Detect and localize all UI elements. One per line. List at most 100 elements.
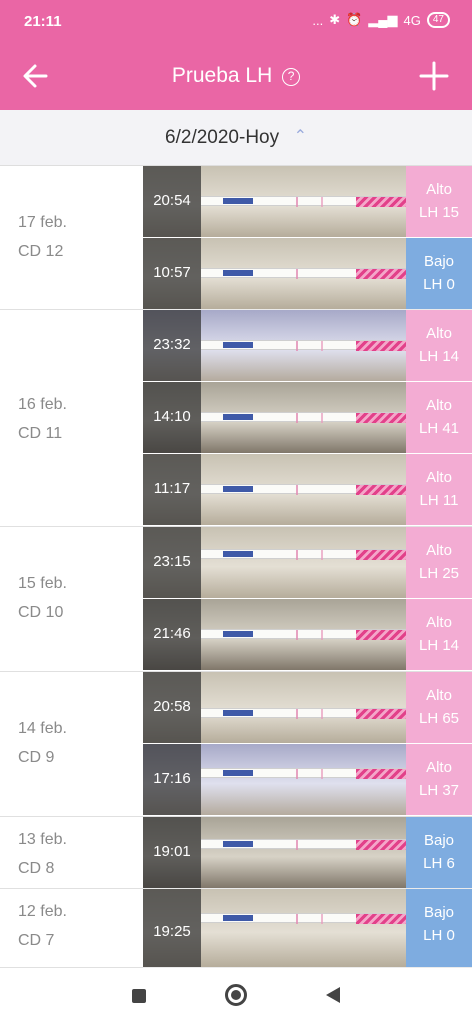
result-level: Alto: [426, 181, 452, 198]
result-badge: Alto LH 41: [406, 382, 472, 453]
result-level: Alto: [426, 759, 452, 776]
test-list: 17 feb. CD 12 20:54 Alto LH 15 10:57 Bajo…: [0, 166, 472, 968]
time-overlay: 11:17: [143, 454, 201, 525]
time-overlay: 19:25: [143, 889, 201, 967]
network-type: 4G: [403, 12, 421, 28]
time-overlay: 23:32: [143, 310, 201, 381]
recent-apps-icon[interactable]: [132, 989, 146, 1003]
result-level: Alto: [426, 325, 452, 342]
day-group: 17 feb. CD 12 20:54 Alto LH 15 10:57 Bajo…: [0, 166, 472, 310]
test-time: 14:10: [153, 408, 191, 425]
result-badge: Alto LH 11: [406, 454, 472, 525]
day-date: 17 feb.: [18, 214, 67, 231]
test-time: 19:25: [153, 923, 191, 940]
day-group: 14 feb. CD 9 20:58 Alto LH 65 17:16 Alto L…: [0, 672, 472, 817]
chevron-up-icon: ⌃: [293, 128, 307, 145]
day-group: 13 feb. CD 8 19:01 Bajo LH 6: [0, 817, 472, 889]
test-strip: [201, 268, 406, 279]
bluetooth-icon: ✱: [329, 12, 341, 27]
result-level: Alto: [426, 687, 452, 704]
test-entry[interactable]: 10:57 Bajo LH 0: [143, 238, 472, 310]
page-title: Prueba LH ?: [0, 64, 472, 88]
day-label: 17 feb. CD 12: [18, 208, 67, 266]
test-entry[interactable]: 20:58 Alto LH 65: [143, 672, 472, 744]
result-badge: Alto LH 65: [406, 672, 472, 743]
time-overlay: 19:01: [143, 817, 201, 888]
test-time: 17:16: [153, 770, 191, 787]
day-date: 14 feb.: [18, 720, 67, 737]
test-time: 23:32: [153, 336, 191, 353]
time-overlay: 20:54: [143, 166, 201, 237]
lh-value: LH 14: [418, 637, 460, 654]
test-entry[interactable]: 20:54 Alto LH 15: [143, 166, 472, 238]
day-group: 12 feb. CD 7 19:25 Bajo LH 0: [0, 889, 472, 968]
test-time: 19:01: [153, 843, 191, 860]
test-entry[interactable]: 21:46 Alto LH 14: [143, 599, 472, 671]
test-entry[interactable]: 19:25 Bajo LH 0: [143, 889, 472, 968]
result-badge: Alto LH 14: [406, 310, 472, 381]
signal-icon: ▂▄▆: [368, 12, 398, 27]
test-time: 10:57: [153, 264, 191, 281]
status-time: 21:11: [24, 13, 62, 30]
test-time: 20:58: [153, 698, 191, 715]
page-title-text: Prueba LH: [171, 64, 273, 87]
lh-value: LH 11: [419, 492, 459, 509]
time-overlay: 21:46: [143, 599, 201, 670]
test-strip: [201, 839, 406, 850]
lh-value: LH 14: [418, 348, 460, 365]
day-date: 15 feb.: [18, 575, 67, 592]
help-icon[interactable]: ?: [282, 68, 301, 86]
cycle-day: CD 7: [18, 932, 55, 949]
test-strip: [201, 412, 406, 423]
test-strip: [201, 708, 406, 719]
date-range-selector[interactable]: 6/2/2020-Hoy ⌃: [0, 110, 472, 166]
status-bar: 21:11 ... ✱ ⏰ ▂▄▆ 4G 47: [0, 0, 472, 42]
test-time: 11:17: [153, 480, 191, 497]
day-label: 16 feb. CD 11: [18, 390, 67, 448]
test-strip: [201, 340, 406, 351]
lh-value: LH 65: [418, 710, 460, 727]
alarm-icon: ⏰: [346, 12, 363, 27]
result-level: Alto: [426, 542, 452, 559]
lh-value: LH 15: [418, 204, 460, 221]
result-badge: Bajo LH 6: [406, 817, 472, 888]
test-strip: [201, 768, 406, 779]
lh-value: LH 25: [418, 565, 460, 582]
test-entry[interactable]: 19:01 Bajo LH 6: [143, 817, 472, 889]
test-strip: [201, 484, 406, 495]
day-date: 12 feb.: [18, 903, 67, 920]
day-label: 13 feb. CD 8: [18, 825, 67, 883]
cycle-day: CD 12: [18, 243, 64, 260]
result-level: Alto: [426, 614, 452, 631]
result-level: Bajo: [423, 253, 455, 270]
result-badge: Bajo LH 0: [406, 238, 472, 309]
notification-dots-icon: ...: [312, 12, 324, 28]
time-overlay: 14:10: [143, 382, 201, 453]
lh-value: LH 0: [423, 927, 455, 944]
test-entry[interactable]: 23:15 Alto LH 25: [143, 527, 472, 599]
test-entry[interactable]: 11:17 Alto LH 11: [143, 454, 472, 526]
time-overlay: 17:16: [143, 744, 201, 815]
cycle-day: CD 10: [18, 604, 64, 621]
result-level: Bajo: [423, 832, 455, 849]
test-time: 21:46: [153, 625, 191, 642]
test-strip: [201, 629, 406, 640]
home-icon[interactable]: [225, 984, 247, 1006]
day-date: 16 feb.: [18, 396, 67, 413]
test-strip: [201, 549, 406, 560]
system-nav-bar: [0, 968, 472, 1024]
result-badge: Alto LH 37: [406, 744, 472, 815]
test-entry[interactable]: 23:32 Alto LH 14: [143, 310, 472, 382]
time-overlay: 20:58: [143, 672, 201, 743]
test-entry[interactable]: 17:16 Alto LH 37: [143, 744, 472, 816]
add-icon[interactable]: [416, 58, 452, 94]
day-label: 15 feb. CD 10: [18, 569, 67, 627]
cycle-day: CD 8: [18, 860, 55, 877]
day-date: 13 feb.: [18, 831, 67, 848]
back-triangle-icon[interactable]: [326, 987, 340, 1003]
time-overlay: 23:15: [143, 527, 201, 598]
test-entry[interactable]: 14:10 Alto LH 41: [143, 382, 472, 454]
date-range-label: 6/2/2020-Hoy: [165, 127, 280, 148]
result-badge: Alto LH 25: [406, 527, 472, 598]
test-time: 20:54: [153, 192, 191, 209]
